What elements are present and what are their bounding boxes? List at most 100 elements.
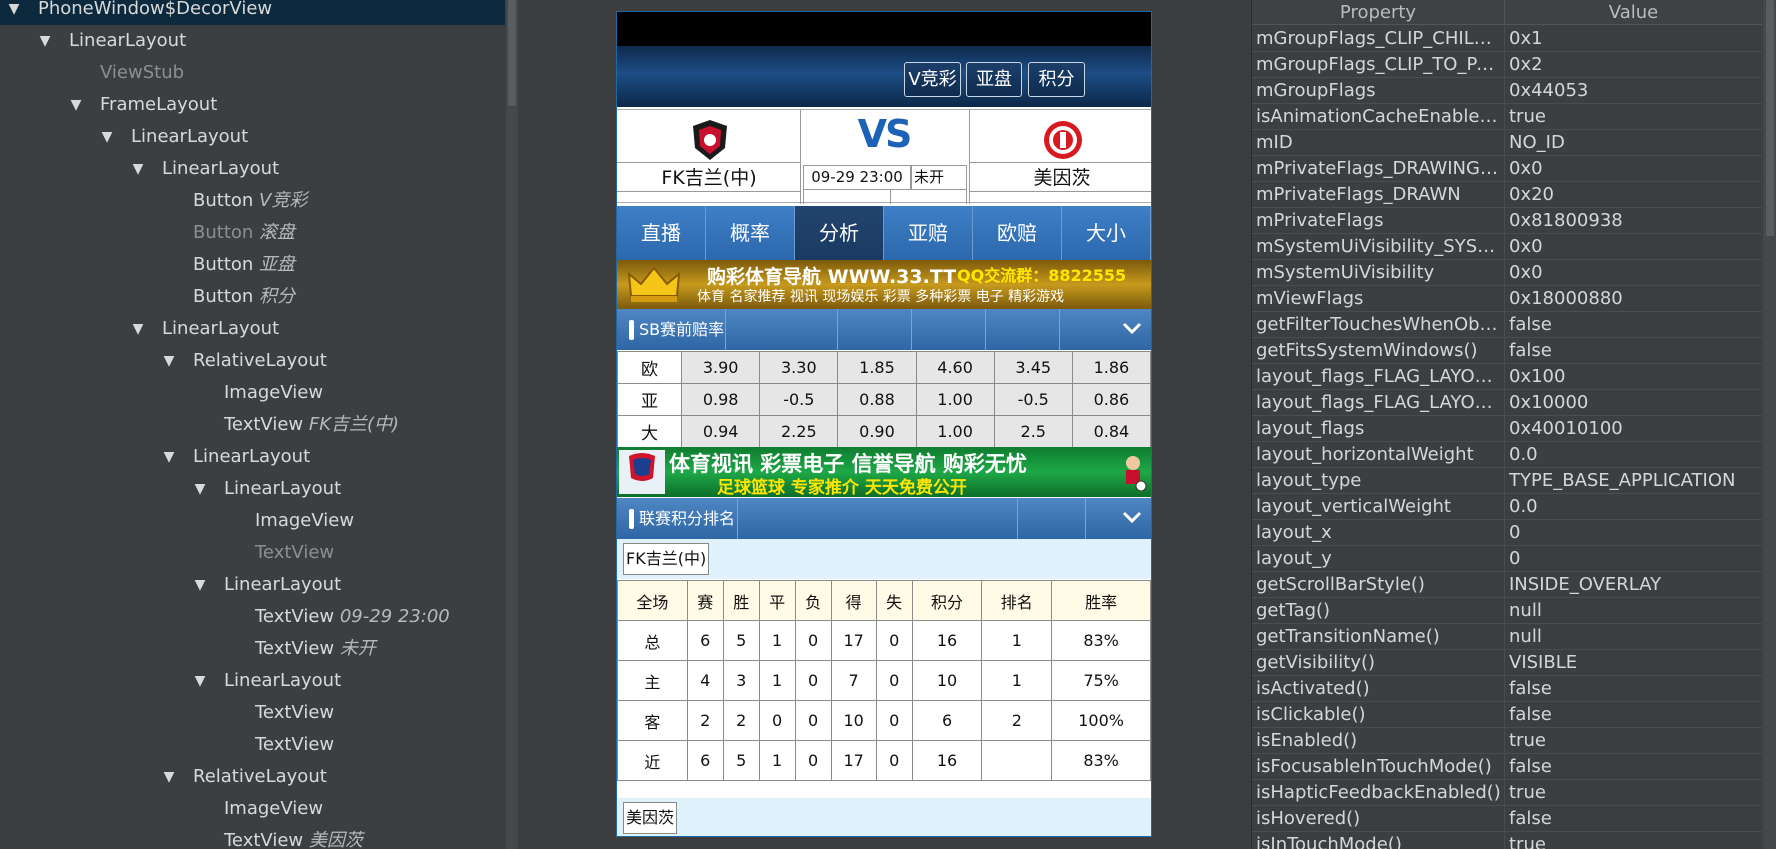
- property-row[interactable]: mPrivateFlags_DRAWN 0x20: [1252, 182, 1762, 208]
- property-row[interactable]: mGroupFlags_CLIP_TO_PA... 0x2: [1252, 52, 1762, 78]
- yapan-button[interactable]: 亚盘: [966, 62, 1022, 97]
- property-row[interactable]: getTransitionName() null: [1252, 624, 1762, 650]
- property-row[interactable]: layout_type TYPE_BASE_APPLICATION: [1252, 468, 1762, 494]
- expand-toggle-icon[interactable]: ▼: [68, 89, 84, 121]
- tree-node[interactable]: ▼ LinearLayout: [0, 121, 505, 153]
- tree-node[interactable]: ViewStub: [0, 57, 505, 89]
- tree-node[interactable]: ▼ LinearLayout: [0, 665, 505, 697]
- property-row[interactable]: layout_verticalWeight 0.0: [1252, 494, 1762, 520]
- property-row[interactable]: isClickable() false: [1252, 702, 1762, 728]
- property-row[interactable]: mViewFlags 0x18000880: [1252, 286, 1762, 312]
- ad-banner-2[interactable]: 体育视讯 彩票电子 信誉导航 购彩无忧 足球篮球 专家推介 天天免费公开: [617, 447, 1151, 498]
- expand-toggle-icon[interactable]: ▼: [161, 345, 177, 377]
- tree-node[interactable]: TextView: [0, 729, 505, 761]
- section-standing-header[interactable]: 联赛积分排名: [617, 498, 1151, 539]
- expand-toggle-icon[interactable]: ▼: [99, 121, 115, 153]
- tree-scrollbar[interactable]: [506, 0, 518, 849]
- tree-node-text: 未开: [339, 638, 376, 659]
- tree-node[interactable]: ▼ RelativeLayout: [0, 345, 505, 377]
- tree-node[interactable]: ImageView: [0, 793, 505, 825]
- jifen-button[interactable]: 积分: [1028, 62, 1085, 97]
- standing-cell: 2: [722, 700, 760, 741]
- property-row[interactable]: mGroupFlags 0x44053: [1252, 78, 1762, 104]
- expand-toggle-icon[interactable]: ▼: [130, 313, 146, 345]
- property-row[interactable]: mID NO_ID: [1252, 130, 1762, 156]
- property-row[interactable]: isHovered() false: [1252, 806, 1762, 832]
- property-row[interactable]: layout_flags_FLAG_LAYOU... 0x100: [1252, 364, 1762, 390]
- property-row[interactable]: getVisibility() VISIBLE: [1252, 650, 1762, 676]
- chevron-down-icon[interactable]: [1121, 317, 1143, 339]
- section-odds-header[interactable]: SB赛前赔率: [617, 309, 1151, 350]
- property-row[interactable]: layout_flags_FLAG_LAYOU... 0x10000: [1252, 390, 1762, 416]
- property-row[interactable]: getTag() null: [1252, 598, 1762, 624]
- ad-banner-1[interactable]: 购彩体育导航 WWW.33.TT QQ交流群：8822555 体育 名家推荐 视…: [617, 260, 1151, 309]
- tab-item[interactable]: 欧赔: [973, 206, 1062, 260]
- tab-item[interactable]: 直播: [617, 206, 706, 260]
- property-row[interactable]: isInTouchMode() true: [1252, 832, 1762, 849]
- tree-node[interactable]: Button 滚盘: [0, 217, 505, 249]
- tree-node-class: Button: [193, 286, 254, 307]
- view-hierarchy-tree[interactable]: ▼ PhoneWindow$DecorView ▼ LinearLayout Vie…: [0, 0, 518, 849]
- expand-toggle-icon[interactable]: ▼: [161, 761, 177, 793]
- tree-node[interactable]: ▼ RelativeLayout: [0, 761, 505, 793]
- property-row[interactable]: layout_y 0: [1252, 546, 1762, 572]
- tab-item[interactable]: 概率: [706, 206, 795, 260]
- expand-toggle-icon[interactable]: ▼: [130, 153, 146, 185]
- tab-item[interactable]: 大小: [1062, 206, 1151, 260]
- expand-toggle-icon[interactable]: ▼: [192, 569, 208, 601]
- expand-toggle-icon[interactable]: ▼: [161, 441, 177, 473]
- chevron-down-icon[interactable]: [1121, 506, 1143, 528]
- tree-node[interactable]: TextView 09-29 23:00: [0, 601, 505, 633]
- tree-node[interactable]: Button 积分: [0, 281, 505, 313]
- property-row[interactable]: layout_x 0: [1252, 520, 1762, 546]
- property-value: NO_ID: [1509, 132, 1565, 153]
- property-row[interactable]: isFocusableInTouchMode() false: [1252, 754, 1762, 780]
- tree-node[interactable]: Button V竞彩: [0, 185, 505, 217]
- tab-item[interactable]: 亚赔: [884, 206, 973, 260]
- property-row[interactable]: isAnimationCacheEnabled() true: [1252, 104, 1762, 130]
- tree-node[interactable]: ▼ LinearLayout: [0, 25, 505, 57]
- property-row[interactable]: mSystemUiVisibility 0x0: [1252, 260, 1762, 286]
- standing-header-cell: 失: [875, 580, 913, 621]
- property-row[interactable]: getScrollBarStyle() INSIDE_OVERLAY: [1252, 572, 1762, 598]
- expand-toggle-icon[interactable]: ▼: [192, 473, 208, 505]
- tree-node[interactable]: TextView 未开: [0, 633, 505, 665]
- tree-node[interactable]: ▼ LinearLayout: [0, 153, 505, 185]
- property-row[interactable]: layout_flags 0x40010100: [1252, 416, 1762, 442]
- value-column-header[interactable]: Value: [1505, 0, 1762, 24]
- property-row[interactable]: mPrivateFlags 0x81800938: [1252, 208, 1762, 234]
- tree-node[interactable]: ▼ LinearLayout: [0, 473, 505, 505]
- tab-item[interactable]: 分析: [795, 206, 884, 260]
- property-row[interactable]: getFitsSystemWindows() false: [1252, 338, 1762, 364]
- property-row[interactable]: layout_horizontalWeight 0.0: [1252, 442, 1762, 468]
- tree-node[interactable]: Button 亚盘: [0, 249, 505, 281]
- property-row[interactable]: getFilterTouchesWhenObs... false: [1252, 312, 1762, 338]
- tree-node-class: RelativeLayout: [193, 350, 327, 371]
- tree-node[interactable]: ▼ FrameLayout: [0, 89, 505, 121]
- tree-node[interactable]: TextView: [0, 697, 505, 729]
- properties-panel[interactable]: Property Value mGroupFlags_CLIP_CHILD...…: [1251, 0, 1776, 849]
- property-row[interactable]: isActivated() false: [1252, 676, 1762, 702]
- v-jingcai-button[interactable]: V竞彩: [904, 62, 961, 97]
- tree-scrollbar-thumb[interactable]: [508, 0, 516, 106]
- tree-node[interactable]: ▼ PhoneWindow$DecorView: [0, 0, 505, 25]
- tree-node[interactable]: TextView FK吉兰(中): [0, 409, 505, 441]
- property-row[interactable]: mSystemUiVisibility_SYSTE... 0x0: [1252, 234, 1762, 260]
- tree-node[interactable]: ImageView: [0, 377, 505, 409]
- tree-node[interactable]: ▼ LinearLayout: [0, 569, 505, 601]
- tree-node[interactable]: ▼ LinearLayout: [0, 313, 505, 345]
- properties-scrollbar-thumb[interactable]: [1766, 0, 1774, 236]
- expand-toggle-icon[interactable]: ▼: [192, 665, 208, 697]
- expand-toggle-icon[interactable]: ▼: [6, 0, 22, 25]
- tree-node[interactable]: TextView: [0, 537, 505, 569]
- property-row[interactable]: isEnabled() true: [1252, 728, 1762, 754]
- tree-node[interactable]: TextView 美因茨: [0, 825, 505, 849]
- tree-node[interactable]: ImageView: [0, 505, 505, 537]
- property-column-header[interactable]: Property: [1252, 0, 1505, 24]
- properties-scrollbar[interactable]: [1763, 0, 1776, 849]
- property-row[interactable]: mPrivateFlags_DRAWING_... 0x0: [1252, 156, 1762, 182]
- property-row[interactable]: isHapticFeedbackEnabled() true: [1252, 780, 1762, 806]
- property-row[interactable]: mGroupFlags_CLIP_CHILD... 0x1: [1252, 26, 1762, 52]
- tree-node[interactable]: ▼ LinearLayout: [0, 441, 505, 473]
- expand-toggle-icon[interactable]: ▼: [37, 25, 53, 57]
